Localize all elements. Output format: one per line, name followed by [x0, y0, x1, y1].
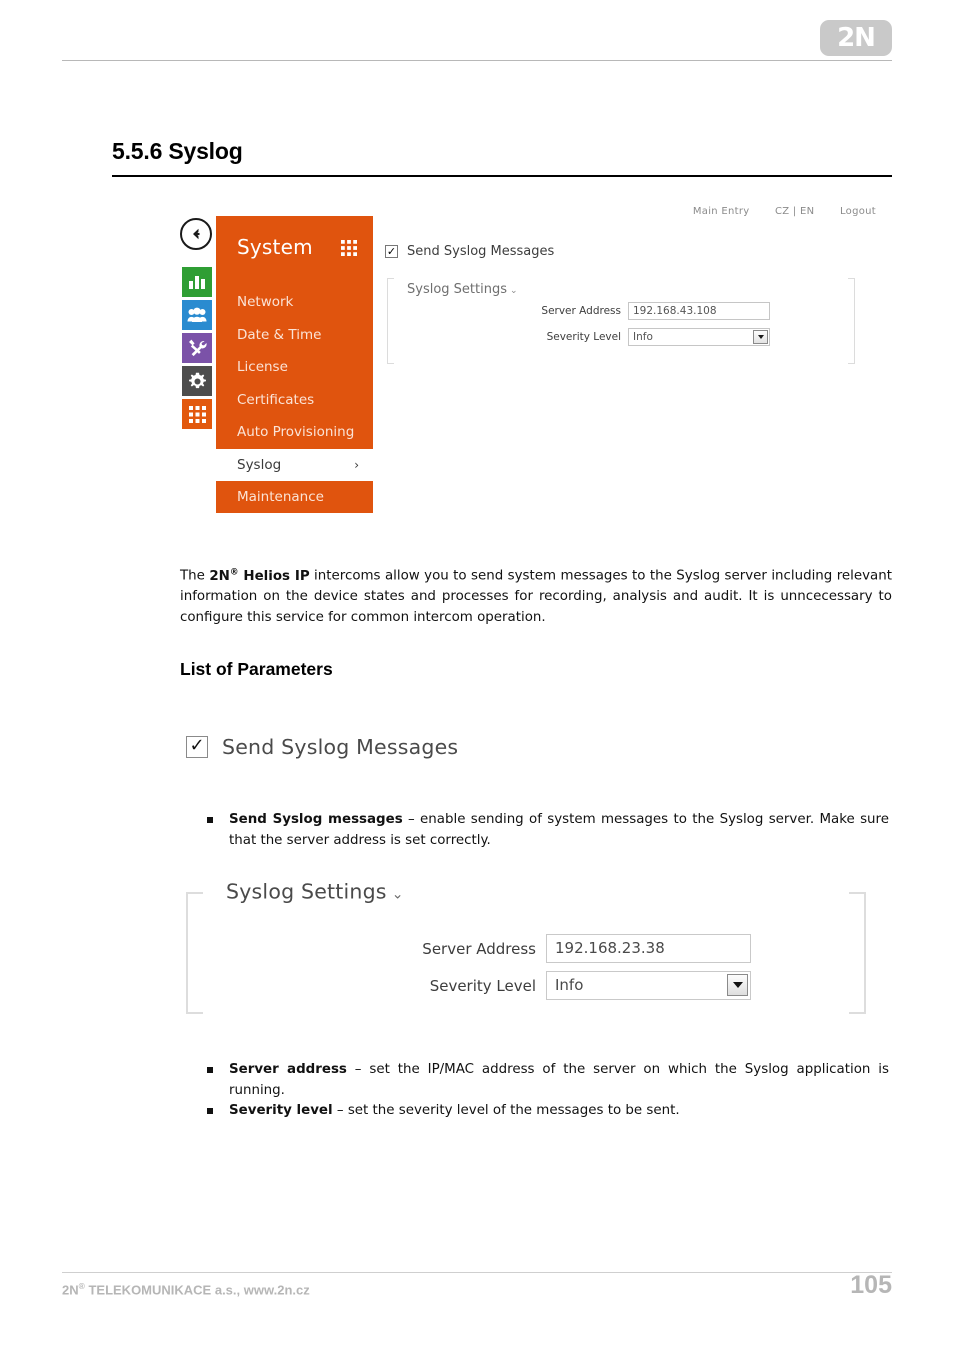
syslog-settings-panel-screenshot: Syslog Settings ⌄ Server Address 192.168.… — [186, 879, 866, 1014]
intro-paragraph: The 2N® Helios IP intercoms allow you to… — [180, 562, 892, 628]
page-number: 105 — [850, 1271, 892, 1299]
bracket-tick-bottom-left — [188, 1012, 203, 1014]
top-navigation: Main Entry CZ | EN Logout — [693, 206, 876, 217]
panel-severity-level-row: Severity Level Info — [402, 971, 751, 1000]
bracket-tick-top-right — [849, 892, 864, 894]
menu-item-auto-provisioning[interactable]: Auto Provisioning — [216, 416, 373, 449]
list-item: Send Syslog messages – enable sending of… — [207, 810, 889, 851]
rail-icon-grid[interactable] — [182, 399, 212, 429]
list-item: Severity level – set the severity level … — [207, 1101, 889, 1122]
panel-server-address-row: Server Address 192.168.23.38 — [402, 934, 751, 963]
rail-icon-gear[interactable] — [182, 366, 212, 396]
panel-severity-level-value: Info — [555, 976, 584, 994]
menu-item-syslog[interactable]: Syslog › — [216, 448, 373, 481]
list-item-term: Send Syslog messages — [229, 812, 403, 827]
check-icon: ✓ — [386, 244, 397, 258]
menu-item-list: Network Date & Time License Certificates… — [216, 286, 373, 514]
panel-severity-level-label: Severity Level — [429, 976, 536, 995]
rail-icon-tools[interactable] — [182, 333, 212, 363]
severity-level-label: Severity Level — [546, 331, 621, 343]
brand-logo-2n: 2N — [820, 20, 892, 56]
syslog-settings-panel-legend-text: Syslog Settings — [226, 879, 387, 904]
console-screenshot: Main Entry CZ | EN Logout System Network… — [180, 200, 894, 520]
bracket-tick-bottom-right — [848, 363, 855, 364]
severity-level-select[interactable]: Info — [628, 328, 770, 346]
page-header: 2N — [0, 0, 954, 70]
server-address-input[interactable]: 192.168.43.108 — [628, 302, 770, 320]
severity-level-value: Info — [633, 331, 653, 343]
bracket-tick-top-left — [188, 892, 203, 894]
chevron-right-icon: › — [354, 457, 359, 472]
menu-item-label: Maintenance — [237, 489, 324, 505]
dropdown-arrow-icon[interactable] — [727, 974, 748, 996]
menu-item-label: Date & Time — [237, 326, 322, 343]
bullet-list-send-syslog: Send Syslog messages – enable sending of… — [207, 810, 889, 851]
chevron-down-icon: ⌄ — [391, 886, 404, 903]
nav-language-switch[interactable]: CZ | EN — [775, 206, 814, 217]
menu-item-label: Network — [237, 294, 294, 310]
header-divider — [62, 60, 892, 61]
bracket-tick-bottom-right — [849, 1012, 864, 1014]
system-menu-panel: System Network Date & Time License Certi… — [216, 216, 373, 513]
intro-brand: 2N — [209, 568, 230, 584]
send-syslog-checkbox[interactable]: ✓ — [385, 245, 398, 258]
menu-item-label: Syslog — [237, 456, 282, 473]
bullet-square-icon — [207, 1067, 213, 1073]
brand-logo-text: 2N — [837, 23, 876, 53]
footer-company-brand: 2N — [62, 1282, 79, 1298]
send-syslog-checkbox-row[interactable]: ✓ Send Syslog Messages — [385, 244, 554, 259]
registered-mark: ® — [229, 567, 239, 578]
bullet-square-icon — [207, 1108, 213, 1114]
bullet-list-settings: Server address – set the IP/MAC address … — [207, 1060, 889, 1122]
nav-main-entry[interactable]: Main Entry — [693, 206, 750, 217]
footer-divider — [62, 1272, 892, 1273]
menu-item-license[interactable]: License — [216, 351, 373, 384]
page-title-underline — [112, 175, 892, 177]
send-syslog-messages-checkbox[interactable]: ✓ — [186, 736, 208, 758]
menu-title: System — [237, 235, 313, 259]
intro-prefix: The — [180, 568, 210, 584]
rail-icon-bar-chart[interactable] — [182, 267, 212, 297]
list-item-term: Server address — [229, 1062, 347, 1077]
menu-item-label: License — [237, 359, 288, 375]
syslog-settings-panel-legend[interactable]: Syslog Settings ⌄ — [219, 879, 411, 904]
menu-item-label: Certificates — [237, 391, 315, 408]
check-icon: ✓ — [189, 735, 205, 756]
intro-brand-rest: Helios IP — [238, 568, 310, 584]
page-title: 5.5.6 Syslog — [112, 138, 243, 164]
panel-server-address-label: Server Address — [422, 939, 536, 958]
chevron-down-icon: ⌄ — [510, 286, 518, 296]
menu-item-label: Auto Provisioning — [237, 424, 355, 440]
footer-company: 2N® TELEKOMUNIKACE a.s., www.2n.cz — [62, 1281, 310, 1297]
syslog-settings-legend-text: Syslog Settings — [407, 282, 507, 297]
back-button[interactable] — [180, 218, 212, 250]
panel-server-address-input[interactable]: 192.168.23.38 — [546, 934, 751, 963]
bracket-tick-top-right — [848, 278, 855, 279]
server-address-field-row: Server Address 192.168.43.108 — [531, 302, 770, 320]
menu-item-network[interactable]: Network — [216, 286, 373, 319]
nav-logout[interactable]: Logout — [840, 206, 876, 217]
menu-grid-icon[interactable] — [341, 240, 357, 260]
send-syslog-messages-label: Send Syslog Messages — [222, 735, 459, 759]
severity-level-field-row: Severity Level Info — [531, 328, 770, 346]
menu-item-certificates[interactable]: Certificates — [216, 384, 373, 417]
send-syslog-messages-checkbox-screenshot: ✓ Send Syslog Messages — [186, 735, 458, 759]
list-of-parameters-heading: List of Parameters — [180, 659, 333, 679]
menu-item-date-time[interactable]: Date & Time — [216, 319, 373, 352]
rail-icon-users[interactable] — [182, 300, 212, 330]
server-address-label: Server Address — [541, 305, 621, 317]
send-syslog-label: Send Syslog Messages — [407, 244, 555, 259]
dropdown-arrow-icon[interactable] — [753, 330, 768, 344]
bullet-square-icon — [207, 817, 213, 823]
list-item-term: Severity level — [229, 1103, 333, 1118]
list-item: Server address – set the IP/MAC address … — [207, 1060, 889, 1101]
list-item-desc: – set the severity level of the messages… — [332, 1103, 680, 1118]
footer-company-rest: TELEKOMUNIKACE a.s., www.2n.cz — [84, 1282, 310, 1298]
panel-severity-level-select[interactable]: Info — [546, 971, 751, 1000]
syslog-settings-legend[interactable]: Syslog Settings ⌄ — [403, 282, 522, 297]
menu-item-maintenance[interactable]: Maintenance — [216, 481, 373, 514]
